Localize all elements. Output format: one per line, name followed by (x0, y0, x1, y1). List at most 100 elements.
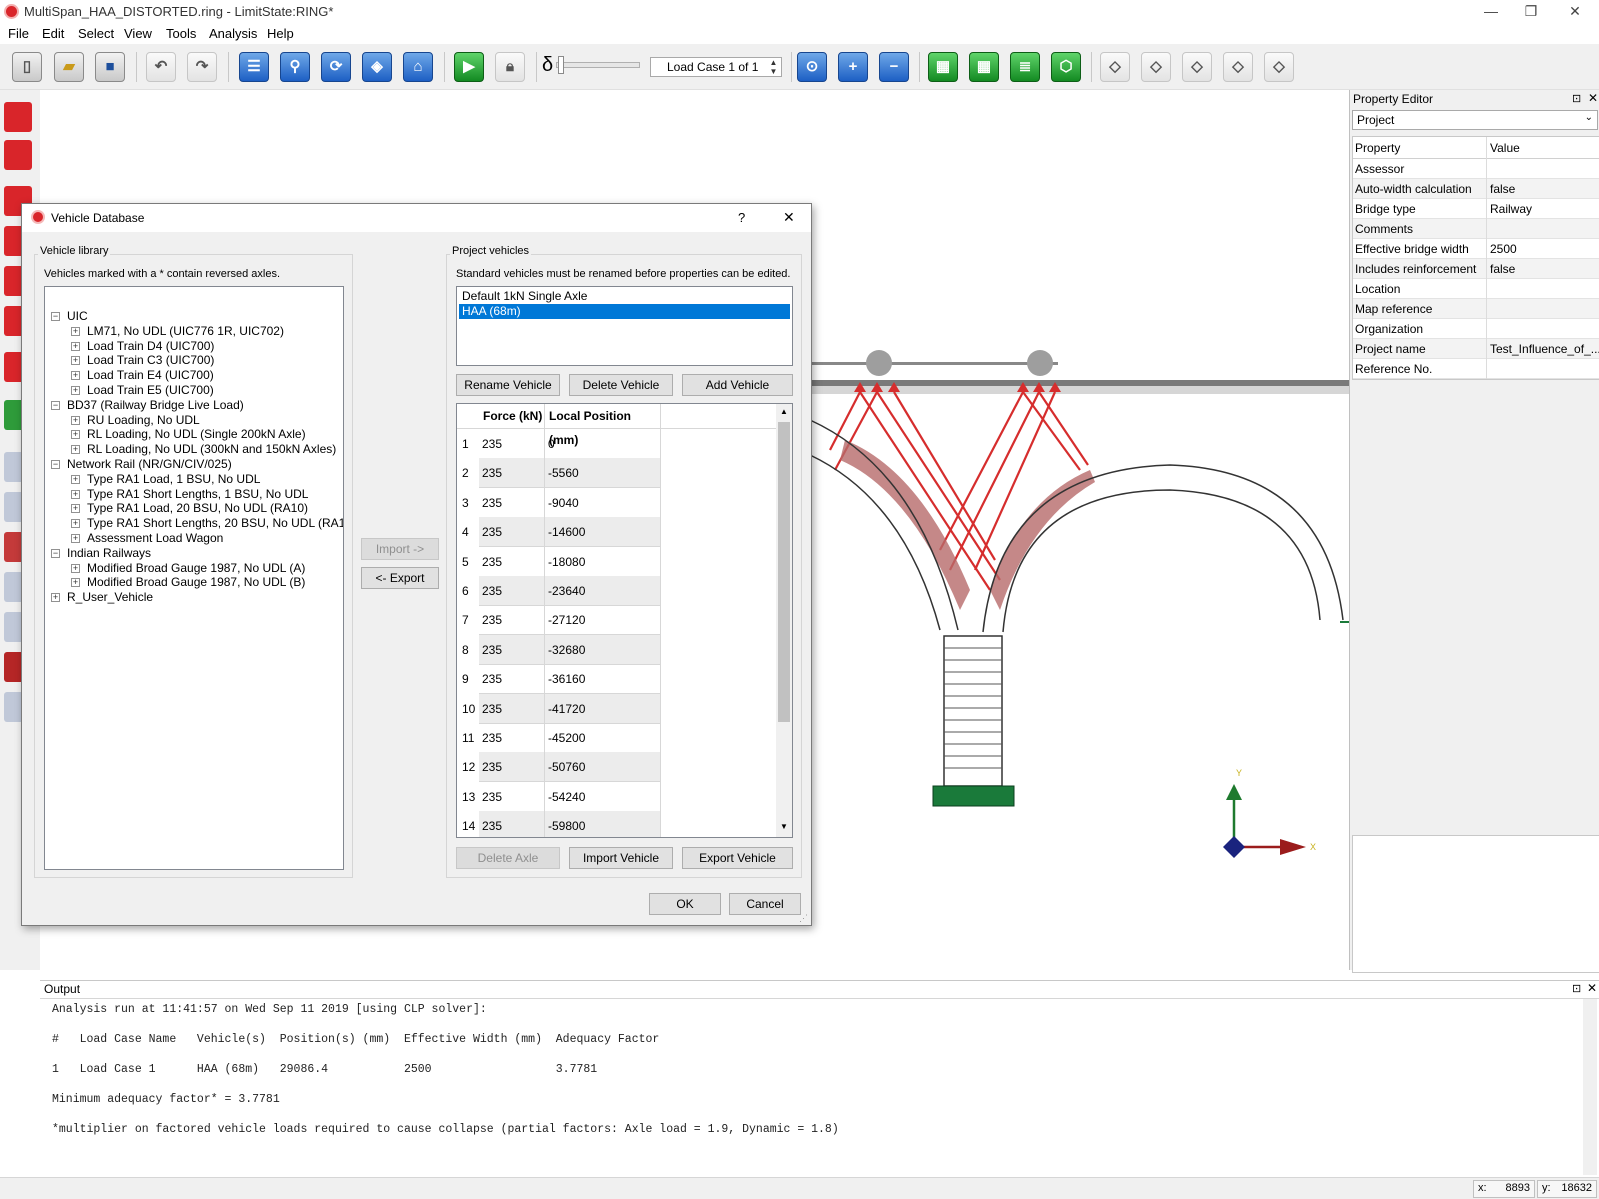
project-vehicle-list[interactable]: Default 1kN Single Axle HAA (68m) (456, 286, 793, 366)
table-row[interactable]: 11 235 -45200 (457, 723, 778, 753)
view-c-button[interactable]: ◇ (1182, 52, 1212, 82)
property-row[interactable]: Auto-width calculation false (1353, 179, 1599, 199)
zoom-in-button[interactable]: + (838, 52, 868, 82)
export-button[interactable]: <- Export (361, 567, 439, 589)
expand-icon[interactable]: + (51, 593, 60, 603)
force-column-header[interactable]: Force (kN) (479, 404, 545, 428)
view-layer-2-button[interactable]: ▦ (969, 52, 999, 82)
property-row[interactable]: Effective bridge width 2500 (1353, 239, 1599, 259)
table-row[interactable]: 7 235 -27120 (457, 605, 778, 636)
menu-tools[interactable]: Tools (166, 26, 196, 41)
export-vehicle-button[interactable]: Export Vehicle (682, 847, 793, 869)
position-cell[interactable]: -54240 (545, 781, 661, 812)
menu-edit[interactable]: Edit (42, 26, 64, 41)
position-cell[interactable]: 0 (545, 429, 661, 459)
save-button[interactable]: ■ (95, 52, 125, 82)
view-d-button[interactable]: ◇ (1223, 52, 1253, 82)
property-value[interactable]: Railway (1490, 202, 1599, 216)
force-cell[interactable]: 235 (479, 576, 545, 606)
float-output-icon[interactable]: ⊡ (1572, 982, 1581, 995)
force-cell[interactable]: 235 (479, 693, 545, 724)
force-cell[interactable]: 235 (479, 429, 545, 459)
property-row[interactable]: Map reference (1353, 299, 1599, 319)
spinbox-arrows-icon[interactable]: ▲ ▼ (767, 58, 780, 76)
table-row[interactable]: 10 235 -41720 (457, 693, 778, 724)
axle-table[interactable]: Force (kN) Local Position (mm) 1 235 0 2 235… (456, 403, 793, 838)
menu-view[interactable]: View (124, 26, 152, 41)
view-layer-1-button[interactable]: ▦ (928, 52, 958, 82)
lock-button[interactable]: 🔒︎ (495, 52, 525, 82)
scrollbar-thumb[interactable] (778, 422, 790, 722)
tool-red-1-icon[interactable] (4, 102, 32, 132)
axle-table-scrollbar[interactable]: ▲ ▼ (776, 404, 792, 837)
position-cell[interactable]: -27120 (545, 605, 661, 636)
help-button[interactable]: ? (738, 210, 745, 225)
expand-icon[interactable]: + (71, 430, 80, 440)
force-cell[interactable]: 235 (479, 605, 545, 636)
expand-icon[interactable]: + (71, 563, 80, 573)
menu-help[interactable]: Help (267, 26, 294, 41)
undo-button[interactable]: ↶ (146, 52, 176, 82)
delta-slider-handle[interactable] (558, 56, 564, 74)
property-value[interactable]: false (1490, 182, 1599, 196)
property-row[interactable]: Location (1353, 279, 1599, 299)
close-dialog-button[interactable]: ✕ (783, 209, 795, 226)
expand-icon[interactable]: + (71, 356, 80, 366)
menu-file[interactable]: File (8, 26, 29, 41)
table-row[interactable]: 5 235 -18080 (457, 546, 778, 577)
properties-button[interactable]: ☰ (239, 52, 269, 82)
rename-vehicle-button[interactable]: Rename Vehicle (456, 374, 560, 396)
position-cell[interactable]: -32680 (545, 634, 661, 665)
property-row[interactable]: Reference No. (1353, 359, 1599, 379)
force-cell[interactable]: 235 (479, 811, 545, 837)
add-vehicle-button[interactable]: Add Vehicle (682, 374, 793, 396)
collapse-icon[interactable]: − (51, 460, 60, 469)
view-b-button[interactable]: ◇ (1141, 52, 1171, 82)
force-cell[interactable]: 235 (479, 458, 545, 489)
property-row[interactable]: Includes reinforcement false (1353, 259, 1599, 279)
view-e-button[interactable]: ◇ (1264, 52, 1294, 82)
property-row[interactable]: Project name Test_Influence_of_... (1353, 339, 1599, 359)
table-row[interactable]: 3 235 -9040 (457, 487, 778, 518)
view-a-button[interactable]: ◇ (1100, 52, 1130, 82)
property-value[interactable]: Test_Influence_of_... (1490, 342, 1599, 356)
tag-button[interactable]: ◈ (362, 52, 392, 82)
force-cell[interactable]: 235 (479, 634, 545, 665)
zoom-fit-button[interactable]: ⊙ (797, 52, 827, 82)
zoom-out-button[interactable]: − (879, 52, 909, 82)
position-cell[interactable]: -23640 (545, 576, 661, 606)
expand-icon[interactable]: + (71, 519, 80, 529)
load-case-spinbox[interactable]: Load Case 1 of 1 (650, 57, 782, 77)
position-cell[interactable]: -59800 (545, 811, 661, 837)
force-cell[interactable]: 235 (479, 752, 545, 783)
force-cell[interactable]: 235 (479, 546, 545, 577)
position-cell[interactable]: -45200 (545, 723, 661, 753)
collapse-icon[interactable]: − (51, 548, 60, 558)
force-cell[interactable]: 235 (479, 664, 545, 695)
delta-slider-track[interactable] (556, 62, 640, 68)
close-output-icon[interactable]: ✕ (1587, 981, 1597, 995)
property-row[interactable]: Organization (1353, 319, 1599, 339)
import-button[interactable]: Import -> (361, 538, 439, 560)
open-button[interactable]: ▰ (54, 52, 84, 82)
table-row[interactable]: 8 235 -32680 (457, 634, 778, 665)
rotate-view-button[interactable]: ⟳ (321, 52, 351, 82)
expand-icon[interactable]: + (71, 489, 80, 499)
property-row[interactable]: Bridge type Railway (1353, 199, 1599, 219)
position-cell[interactable]: -50760 (545, 752, 661, 783)
expand-icon[interactable]: + (71, 326, 80, 336)
expand-icon[interactable]: + (71, 504, 80, 514)
vehicle-library-tree[interactable]: − UIC + LM71, No UDL (UIC776 1R, UIC702) + Lo… (44, 286, 344, 870)
tool-red-2-icon[interactable] (4, 140, 32, 170)
close-window-button[interactable]: ✕ (1553, 0, 1597, 24)
property-object-select[interactable]: Project ⌄ (1352, 110, 1598, 130)
chevron-up-icon[interactable]: ▲ (780, 407, 788, 416)
expand-icon[interactable]: + (71, 578, 80, 588)
restore-button[interactable]: ❐ (1509, 0, 1553, 24)
run-analysis-button[interactable]: ▶ (454, 52, 484, 82)
collapse-icon[interactable]: − (51, 400, 60, 410)
chevron-down-icon[interactable]: ▼ (780, 822, 788, 831)
ok-button[interactable]: OK (649, 893, 721, 915)
table-row[interactable]: 12 235 -50760 (457, 752, 778, 783)
force-cell[interactable]: 235 (479, 723, 545, 753)
